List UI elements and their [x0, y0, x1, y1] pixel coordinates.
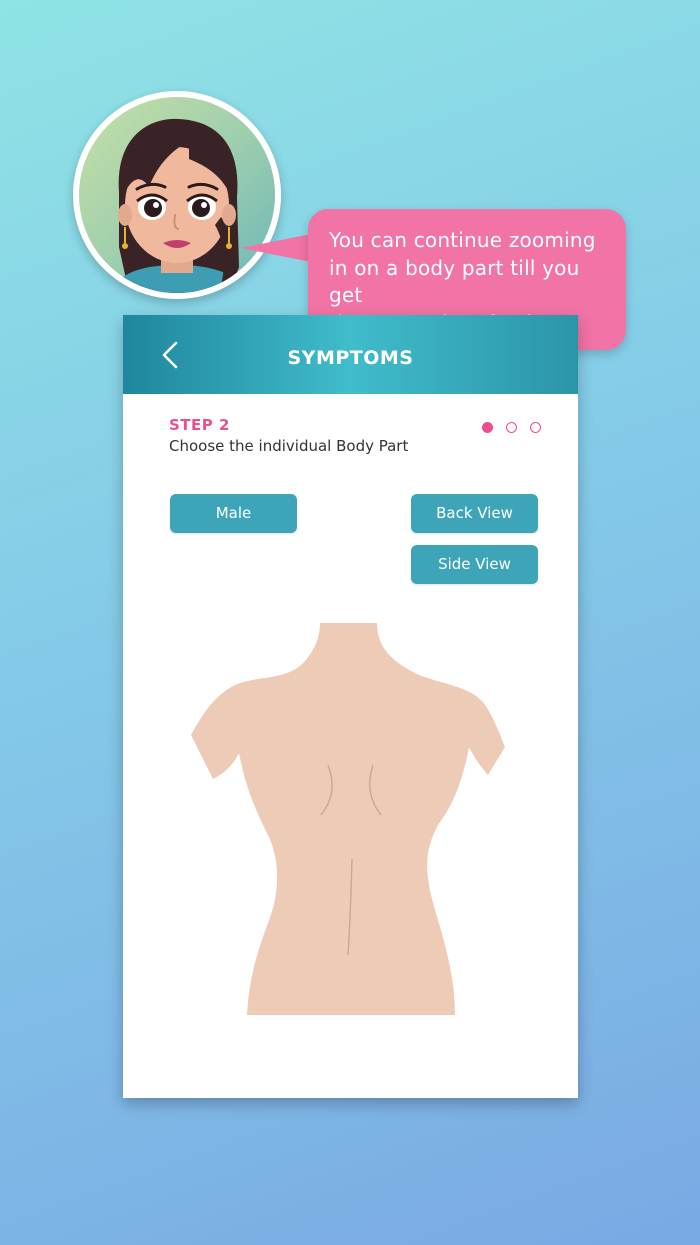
body-torso-back-figure[interactable]: [123, 605, 578, 1025]
step-description: Choose the individual Body Part: [169, 437, 409, 455]
step-dot-2: [506, 422, 517, 433]
page-title: SYMPTOMS: [287, 347, 414, 369]
gender-male-button[interactable]: Male: [170, 494, 297, 533]
step-label: STEP 2: [169, 416, 230, 434]
female-assistant-avatar-icon: [79, 97, 275, 293]
symptoms-screen: SYMPTOMS STEP 2 Choose the individual Bo…: [123, 315, 578, 1098]
back-view-button[interactable]: Back View: [411, 494, 538, 533]
step-indicator: [482, 422, 541, 433]
torso-shape[interactable]: [191, 623, 505, 1015]
app-header: SYMPTOMS: [123, 315, 578, 394]
assistant-avatar: [73, 91, 281, 299]
step-dot-3: [530, 422, 541, 433]
step-dot-1: [482, 422, 493, 433]
speech-bubble-tail: [241, 234, 311, 262]
side-view-button[interactable]: Side View: [411, 545, 538, 584]
